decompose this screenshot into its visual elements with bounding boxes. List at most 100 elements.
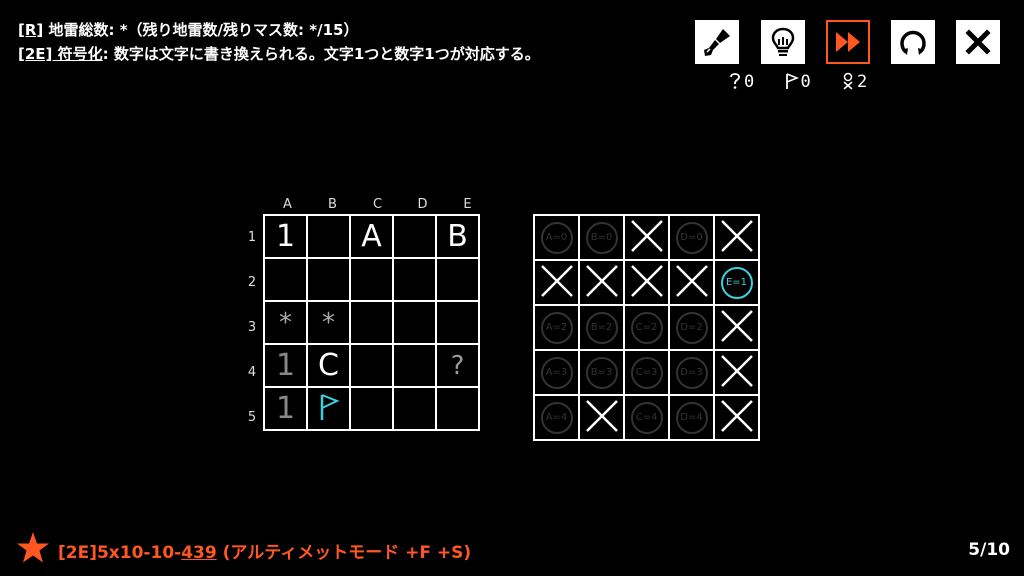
rules-text: [R] 地雷総数: *（残り地雷数/残りマス数: */15） [2E] 符号化:… bbox=[18, 18, 540, 66]
counters: 0 0 2 bbox=[728, 72, 887, 92]
question-icon bbox=[730, 73, 740, 89]
cross-icon bbox=[630, 219, 663, 252]
cell-a5-value: 1 bbox=[275, 391, 296, 426]
cand-b2[interactable]: B=2 bbox=[578, 304, 625, 351]
cand-c3-label: C=3 bbox=[630, 356, 663, 389]
cand-e0[interactable] bbox=[713, 214, 760, 261]
cell-e5[interactable] bbox=[435, 386, 480, 431]
cell-e1[interactable]: B bbox=[435, 214, 480, 259]
cell-b3[interactable]: * bbox=[306, 300, 351, 345]
cross-icon bbox=[585, 399, 618, 432]
cand-a1[interactable] bbox=[533, 259, 580, 306]
cell-a5[interactable]: 1 bbox=[263, 386, 308, 431]
cell-d5[interactable] bbox=[392, 386, 437, 431]
cell-d1[interactable] bbox=[392, 214, 437, 259]
board-row-4: 1 C ? bbox=[263, 343, 480, 388]
cand-c4[interactable]: C=4 bbox=[623, 394, 670, 441]
question-counter: 0 bbox=[728, 72, 764, 92]
cell-c4[interactable] bbox=[349, 343, 394, 388]
cand-c0[interactable] bbox=[623, 214, 670, 261]
rule-tag-2e: [2E] 符号化 bbox=[18, 45, 103, 63]
cell-d4[interactable] bbox=[392, 343, 437, 388]
cell-d2[interactable] bbox=[392, 257, 437, 302]
cand-c1[interactable] bbox=[623, 259, 670, 306]
question-count: 0 bbox=[744, 72, 755, 92]
cell-b2[interactable] bbox=[306, 257, 351, 302]
cell-a4[interactable]: 1 bbox=[263, 343, 308, 388]
cell-a3[interactable]: * bbox=[263, 300, 308, 345]
restart-button[interactable] bbox=[891, 20, 935, 64]
cand-a0[interactable]: A=0 bbox=[533, 214, 580, 261]
cell-c2[interactable] bbox=[349, 257, 394, 302]
col-header-c: C bbox=[372, 197, 383, 212]
rule-text-r: 地雷総数: *（残り地雷数/残りマス数: */15） bbox=[43, 21, 359, 39]
cell-b5[interactable] bbox=[306, 386, 351, 431]
cell-d3[interactable] bbox=[392, 300, 437, 345]
progress-counter: 5/10 bbox=[968, 540, 1010, 560]
cell-c5[interactable] bbox=[349, 386, 394, 431]
cell-a2[interactable] bbox=[263, 257, 308, 302]
cand-a2-label: A=2 bbox=[540, 311, 573, 344]
cand-row-5: A=4 C=4 D=4 bbox=[533, 394, 760, 441]
cand-d3-label: D=3 bbox=[675, 356, 708, 389]
cand-e1[interactable]: E=1 bbox=[713, 259, 760, 306]
cand-d2[interactable]: D=2 bbox=[668, 304, 715, 351]
fast-forward-button[interactable] bbox=[826, 20, 870, 64]
cell-b1[interactable] bbox=[306, 214, 351, 259]
cand-c3[interactable]: C=3 bbox=[623, 349, 670, 396]
cross-icon bbox=[585, 264, 618, 297]
cand-a2[interactable]: A=2 bbox=[533, 304, 580, 351]
cross-icon bbox=[720, 399, 753, 432]
game-board: 1 A B * * 1 C ? 1 bbox=[263, 214, 480, 431]
cell-b4-value: C bbox=[318, 348, 339, 383]
col-header-d: D bbox=[417, 197, 428, 212]
cross-icon bbox=[540, 264, 573, 297]
cell-c3[interactable] bbox=[349, 300, 394, 345]
cand-a3[interactable]: A=3 bbox=[533, 349, 580, 396]
cand-a4[interactable]: A=4 bbox=[533, 394, 580, 441]
fast-forward-icon bbox=[836, 32, 860, 52]
puzzle-id-prefix: [2E]5x10-10- bbox=[58, 543, 182, 563]
close-button[interactable] bbox=[956, 20, 1000, 64]
col-header-a: A bbox=[283, 197, 292, 212]
cell-c1[interactable]: A bbox=[349, 214, 394, 259]
cell-e3[interactable] bbox=[435, 300, 480, 345]
cross-icon bbox=[720, 219, 753, 252]
cross-icon bbox=[675, 264, 708, 297]
cand-d0[interactable]: D=0 bbox=[668, 214, 715, 261]
cand-a3-label: A=3 bbox=[540, 356, 573, 389]
close-icon bbox=[965, 29, 991, 55]
hint-button[interactable] bbox=[761, 20, 805, 64]
row-header-2: 2 bbox=[247, 275, 257, 290]
cand-b2-label: B=2 bbox=[585, 311, 618, 344]
board-row-5: 1 bbox=[263, 386, 480, 431]
rule-line-2: [2E] 符号化: 数字は文字に書き換えられる。文字1つと数字1つが対応する。 bbox=[18, 42, 540, 66]
cell-a1[interactable]: 1 bbox=[263, 214, 308, 259]
cand-a4-label: A=4 bbox=[540, 401, 573, 434]
cand-d1[interactable] bbox=[668, 259, 715, 306]
cand-b0[interactable]: B=0 bbox=[578, 214, 625, 261]
cand-b4[interactable] bbox=[578, 394, 625, 441]
cand-d3[interactable]: D=3 bbox=[668, 349, 715, 396]
cand-c4-label: C=4 bbox=[630, 401, 663, 434]
cand-b1[interactable] bbox=[578, 259, 625, 306]
brush-button[interactable] bbox=[695, 20, 739, 64]
cand-e4[interactable] bbox=[713, 394, 760, 441]
row-header-3: 3 bbox=[247, 320, 257, 335]
cand-d4[interactable]: D=4 bbox=[668, 394, 715, 441]
lightbulb-icon bbox=[771, 27, 795, 56]
row-header-4: 4 bbox=[247, 365, 257, 380]
cand-c2-label: C=2 bbox=[630, 311, 663, 344]
cand-c2[interactable]: C=2 bbox=[623, 304, 670, 351]
cell-a4-value: 1 bbox=[275, 348, 296, 383]
cell-b3-value: * bbox=[322, 307, 335, 338]
cand-e2[interactable] bbox=[713, 304, 760, 351]
cell-b4[interactable]: C bbox=[306, 343, 351, 388]
cell-e1-value: B bbox=[447, 219, 468, 254]
puzzle-number: 439 bbox=[181, 543, 217, 563]
cand-b3[interactable]: B=3 bbox=[578, 349, 625, 396]
cell-e2[interactable] bbox=[435, 257, 480, 302]
cand-e3[interactable] bbox=[713, 349, 760, 396]
flag-icon bbox=[320, 393, 340, 420]
cell-e4[interactable]: ? bbox=[435, 343, 480, 388]
